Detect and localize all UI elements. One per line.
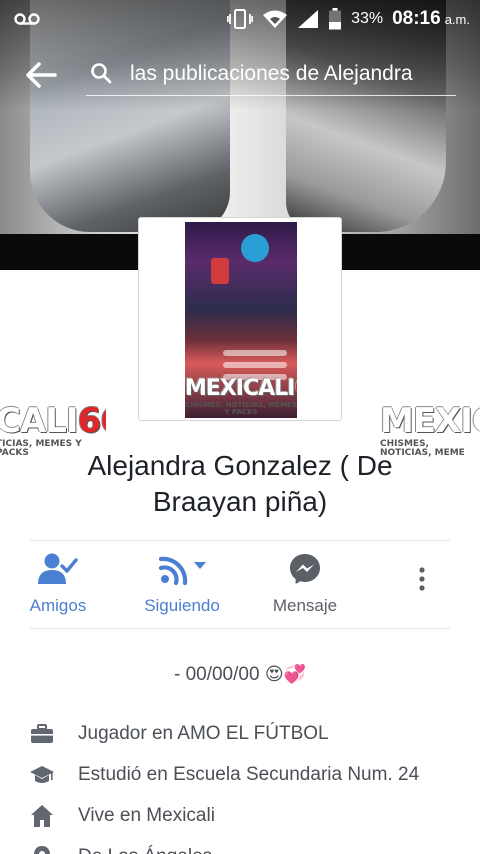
graduation-cap-icon (30, 766, 54, 783)
clock-ampm: a.m. (444, 11, 470, 27)
profile-picture-phone (211, 258, 229, 284)
friends-label: Amigos (29, 596, 87, 615)
info-residence-text: Vive en Mexicali (78, 805, 215, 826)
briefcase-icon (31, 724, 53, 743)
more-vertical-icon (419, 567, 425, 591)
info-row-work[interactable]: Jugador en AMO EL FÚTBOL (0, 718, 480, 750)
info-row-education[interactable]: Estudió en Escuela Secundaria Num. 24 (0, 759, 480, 791)
battery-percent: 33% (351, 10, 384, 27)
clock-time: 08:16 (392, 8, 441, 29)
following-label: Siguiendo (144, 596, 220, 615)
divider-bottom (30, 628, 450, 629)
watermark-left-number: 666 (77, 404, 106, 441)
home-icon (31, 805, 53, 827)
profile-watermark-text: MEXICALI (185, 376, 295, 401)
search-icon (91, 63, 112, 84)
watermark-right-text: MEXICAL (380, 404, 480, 441)
search-query-text[interactable]: las publicaciones de Alejandra (130, 62, 413, 86)
signal-icon (298, 10, 319, 28)
message-button[interactable]: Mensaje (262, 552, 348, 624)
profile-watermark-number: 666 (294, 376, 297, 401)
profile-name: Alejandra Gonzalez ( De Braayan piña) (87, 450, 393, 517)
status-bar: 33% 08:16 a.m. (0, 0, 480, 38)
profile-bio: - 00/00/00 😍💞 (0, 664, 480, 686)
profile-picture-sticker (237, 230, 273, 266)
profile-picture-watermark: MEXICALI666 CHISMES, NOTICIAS, MEMES Y P… (185, 378, 297, 416)
friends-check-icon (38, 553, 78, 584)
battery-icon (329, 8, 342, 30)
more-options-button[interactable] (404, 552, 440, 624)
back-arrow-icon[interactable] (24, 60, 58, 90)
profile-watermark-subtitle: CHISMES, NOTICIAS, MEMES Y PACKS (185, 401, 297, 416)
rss-feed-icon (158, 556, 206, 586)
vibrate-icon (227, 9, 254, 29)
info-hometown-text: De Los Ángeles (78, 846, 212, 854)
following-button[interactable]: Siguiendo (132, 552, 232, 624)
search-bar: las publicaciones de Alejandra (0, 44, 480, 104)
bio-emoji: 😍💞 (264, 664, 307, 685)
info-row-hometown[interactable]: De Los Ángeles (0, 841, 480, 854)
watermark-left-text: CALI (0, 404, 79, 441)
location-pin-icon (34, 846, 50, 854)
message-label: Mensaje (272, 596, 338, 615)
profile-picture[interactable]: MEXICALI666 CHISMES, NOTICIAS, MEMES Y P… (185, 222, 297, 418)
profile-picture-frame[interactable]: MEXICALI666 CHISMES, NOTICIAS, MEMES Y P… (138, 217, 342, 421)
bio-text: - 00/00/00 (173, 664, 260, 685)
profile-actions: Amigos Siguiendo Mensaje (0, 552, 480, 624)
info-work-text: Jugador en AMO EL FÚTBOL (78, 723, 329, 744)
voicemail-icon (14, 13, 40, 25)
info-row-residence[interactable]: Vive en Mexicali (0, 800, 480, 832)
wifi-icon (263, 10, 288, 28)
divider-top (30, 540, 450, 541)
friends-button[interactable]: Amigos (18, 552, 98, 624)
messenger-icon (290, 554, 320, 584)
info-education-text: Estudió en Escuela Secundaria Num. 24 (78, 764, 420, 785)
